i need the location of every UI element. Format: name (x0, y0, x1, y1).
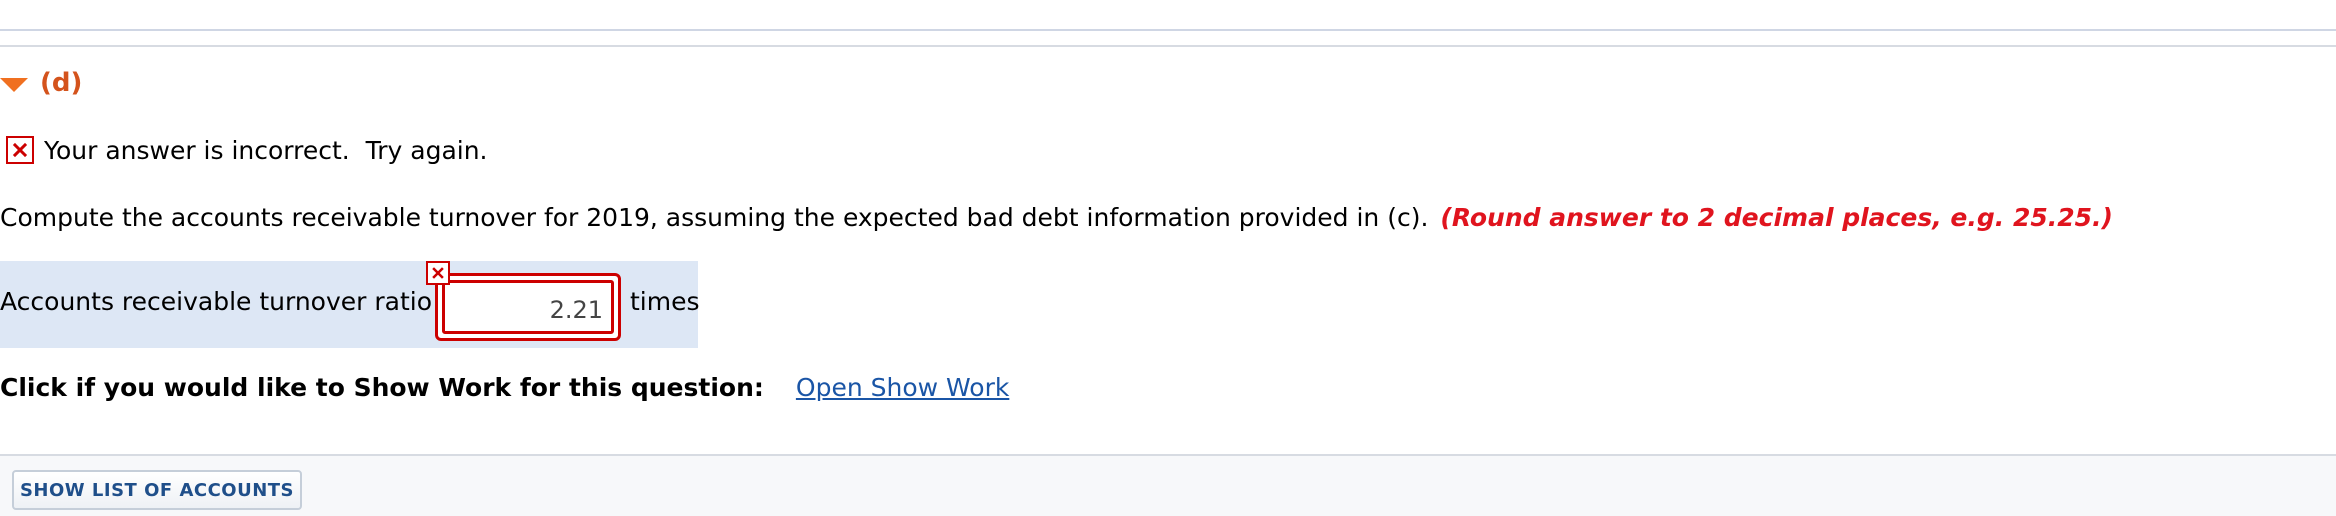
question-page: (d) Your answer is incorrect. Try again.… (0, 0, 2336, 516)
incorrect-x-icon (426, 261, 450, 285)
answer-input-frame (442, 280, 614, 334)
answer-row: Accounts receivable turnover ratio times (0, 261, 700, 348)
feedback-message: Your answer is incorrect. Try again. (6, 133, 488, 167)
show-work-row: Click if you would like to Show Work for… (0, 370, 1009, 404)
answer-label: Accounts receivable turnover ratio (0, 287, 433, 316)
rounding-instruction: (Round answer to 2 decimal places, e.g. … (1440, 202, 2113, 232)
footer-area (0, 456, 2336, 516)
divider-top (0, 29, 2336, 31)
caret-down-icon[interactable] (0, 78, 28, 92)
question-text: Compute the accounts receivable turnover… (0, 202, 1429, 232)
question-prompt: Compute the accounts receivable turnover… (0, 200, 2113, 234)
section-header-d[interactable]: (d) (0, 66, 82, 100)
part-label: (d) (40, 68, 83, 98)
divider-section (0, 45, 2336, 47)
unit-label: times (630, 287, 700, 316)
feedback-text: Your answer is incorrect. Try again. (44, 135, 488, 165)
show-work-prompt: Click if you would like to Show Work for… (0, 372, 764, 402)
incorrect-x-icon (6, 136, 34, 164)
show-list-of-accounts-button[interactable]: SHOW LIST OF ACCOUNTS (12, 470, 302, 510)
turnover-ratio-input[interactable] (445, 296, 611, 324)
answer-input-wrapper (435, 273, 621, 341)
open-show-work-link[interactable]: Open Show Work (796, 373, 1009, 402)
